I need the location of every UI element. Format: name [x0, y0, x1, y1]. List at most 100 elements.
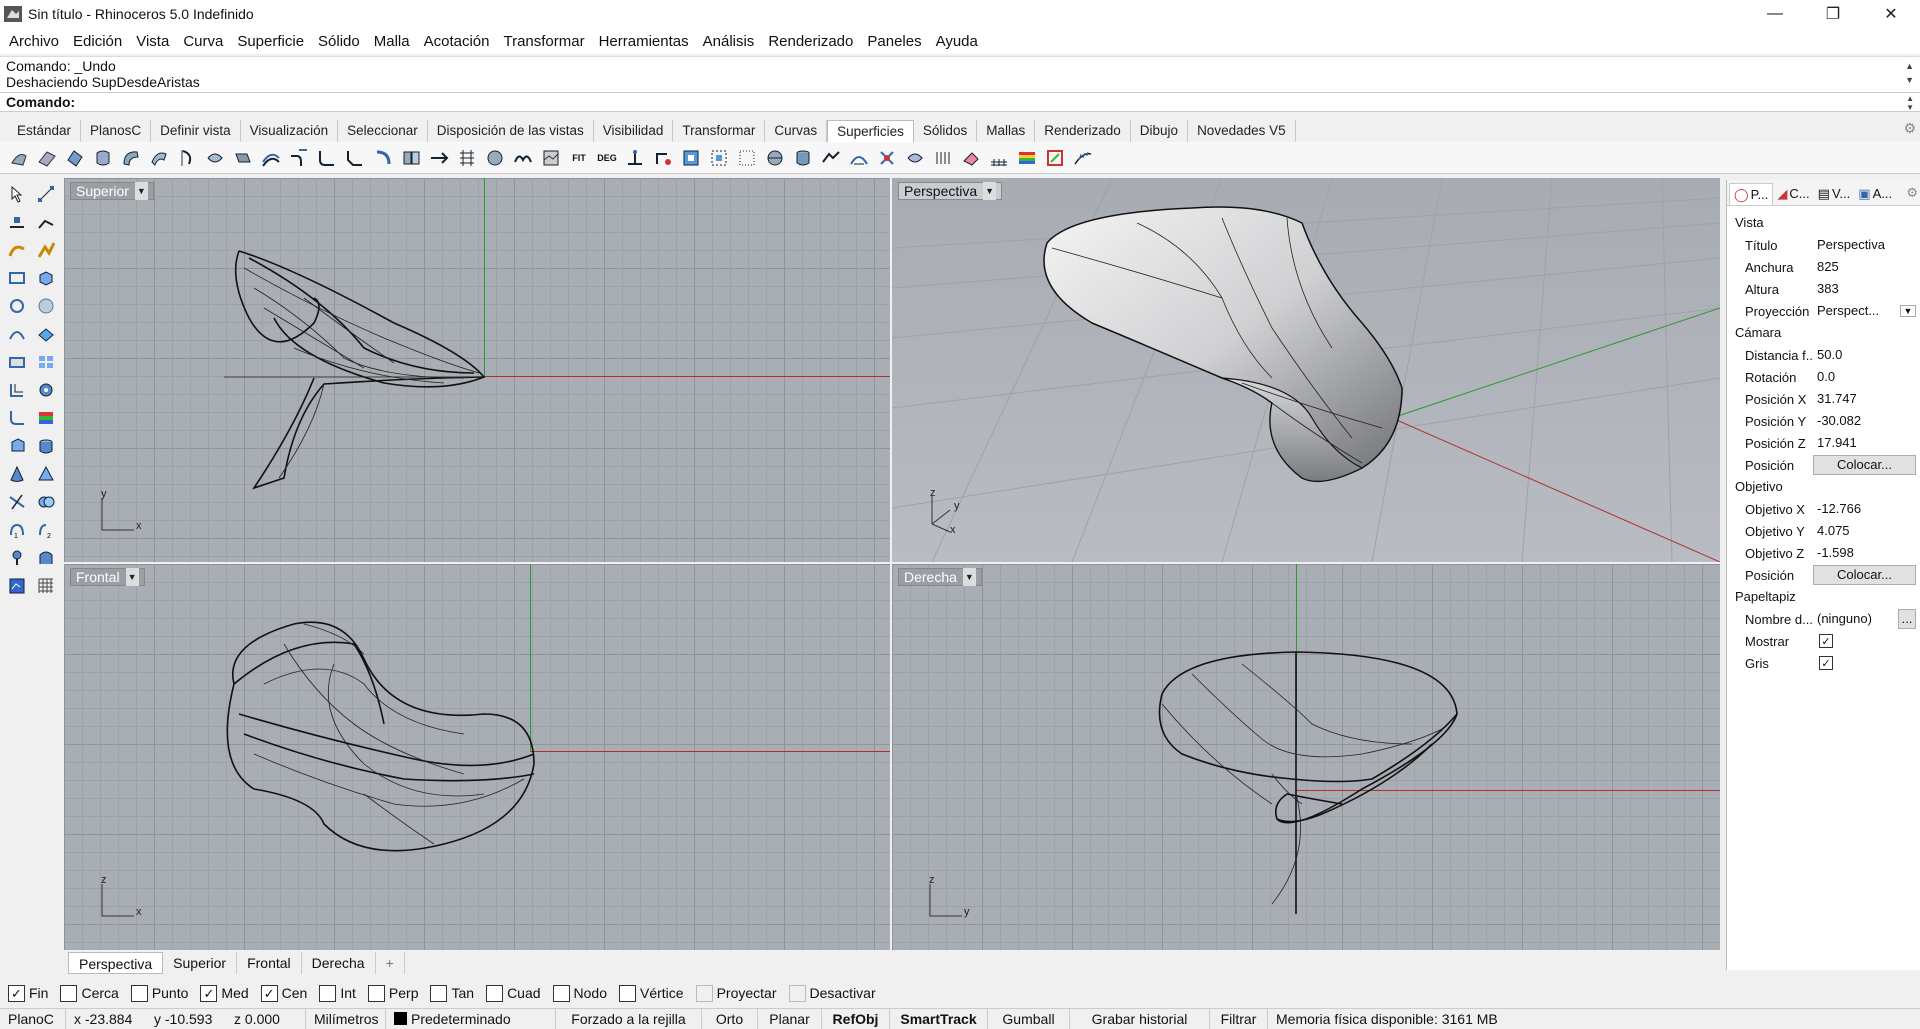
extend-surface-icon[interactable] [428, 147, 450, 169]
blend-surface-icon[interactable] [288, 147, 310, 169]
fillet-icon[interactable] [6, 407, 28, 429]
fit-surface-icon[interactable]: FIT [568, 147, 590, 169]
osnap-vertice[interactable]: Vértice [619, 984, 684, 1002]
status-layer[interactable]: Predeterminado [386, 1008, 556, 1029]
maximize-button[interactable]: ❐ [1804, 0, 1862, 28]
top-view-curves[interactable] [64, 178, 890, 562]
rectangle-icon[interactable] [6, 267, 28, 289]
tab-transformar[interactable]: Transformar [673, 120, 766, 142]
show-wallpaper-checkbox[interactable]: ✓ [1819, 634, 1833, 648]
prop-value-focal[interactable]: 50.0 [1813, 345, 1920, 365]
line-icon[interactable] [6, 211, 28, 233]
status-grid-snap[interactable]: Forzado a la rejilla [556, 1008, 702, 1029]
osnap-checkbox[interactable]: ✓ [200, 984, 218, 1002]
rail-revolve-icon[interactable] [204, 147, 226, 169]
panel-tab-help[interactable]: ▣ A... [1854, 183, 1896, 205]
menu-renderizado[interactable]: Renderizado [761, 33, 860, 50]
variable-fillet-icon[interactable] [372, 147, 394, 169]
change-degree-icon[interactable]: DEG [596, 147, 618, 169]
heightfield-icon[interactable] [540, 147, 562, 169]
menu-superficie[interactable]: Superficie [230, 33, 311, 50]
minimize-button[interactable]: — [1746, 0, 1804, 28]
surface-from-points-icon[interactable] [8, 147, 30, 169]
eraser-icon[interactable] [960, 147, 982, 169]
menu-malla[interactable]: Malla [367, 33, 417, 50]
command-history[interactable]: Comando: _Undo Deshaciendo SupDesdeArist… [0, 56, 1920, 92]
status-ortho[interactable]: Orto [702, 1008, 758, 1029]
status-planar[interactable]: Planar [758, 1008, 822, 1029]
cone-icon[interactable] [6, 463, 28, 485]
menu-acotacion[interactable]: Acotación [417, 33, 497, 50]
osnap-checkbox[interactable] [60, 984, 78, 1002]
sphere-icon[interactable] [35, 295, 57, 317]
join-edge-icon[interactable] [736, 147, 758, 169]
prop-value-pos-z[interactable]: 17.941 [1813, 433, 1920, 453]
fillet-surface-icon[interactable] [316, 147, 338, 169]
arc-icon[interactable] [6, 323, 28, 345]
polygon-icon[interactable] [6, 351, 28, 373]
menu-paneles[interactable]: Paneles [860, 33, 928, 50]
offset-icon[interactable] [6, 379, 28, 401]
osnap-checkbox[interactable] [430, 984, 448, 1002]
prop-value-rotation[interactable]: 0.0 [1813, 367, 1920, 387]
loft-icon[interactable] [92, 147, 114, 169]
join-icon[interactable]: 1 [6, 519, 28, 541]
view-tab-perspectiva[interactable]: Perspectiva [68, 952, 164, 974]
sweep1-icon[interactable] [120, 147, 142, 169]
osnap-perp[interactable]: Perp [367, 984, 418, 1002]
osnap-med[interactable]: ✓ Med [200, 984, 249, 1002]
menu-transformar[interactable]: Transformar [496, 33, 591, 50]
select-arrow-icon[interactable] [6, 183, 28, 205]
extrude-curve-icon[interactable] [232, 147, 254, 169]
tab-dibujo[interactable]: Dibujo [1131, 120, 1189, 142]
view-tab-frontal[interactable]: Frontal [237, 952, 302, 974]
osnap-checkbox[interactable] [367, 984, 385, 1002]
menu-curva[interactable]: Curva [176, 33, 230, 50]
tab-seleccionar[interactable]: Seleccionar [338, 120, 428, 142]
osnap-checkbox[interactable] [788, 984, 806, 1002]
edge-surface-icon[interactable] [64, 147, 86, 169]
match-surface-icon[interactable] [400, 147, 422, 169]
chamfer-surface-icon[interactable] [344, 147, 366, 169]
prop-value-height[interactable]: 383 [1813, 279, 1920, 299]
color-band-icon[interactable] [35, 407, 57, 429]
right-view-curves[interactable] [892, 564, 1720, 950]
osnap-tan[interactable]: Tan [430, 984, 474, 1002]
surface-patch-icon[interactable] [35, 323, 57, 345]
move-uv-icon[interactable] [652, 147, 674, 169]
osnap-cerca[interactable]: Cerca [60, 984, 119, 1002]
prop-value-pos-y[interactable]: -30.082 [1813, 411, 1920, 431]
status-smarttrack[interactable]: SmartTrack [890, 1008, 988, 1029]
curve-icon[interactable] [6, 239, 28, 261]
mesh-from-surface-icon[interactable] [988, 147, 1010, 169]
close-button[interactable]: ✕ [1862, 0, 1920, 28]
osnap-checkbox[interactable] [552, 984, 570, 1002]
view-tab-superior[interactable]: Superior [163, 952, 238, 974]
grid-icon[interactable] [35, 575, 57, 597]
gear-solid-icon[interactable] [35, 379, 57, 401]
explode-icon[interactable]: 2 [35, 519, 57, 541]
toolbar-settings-gear-icon[interactable]: ⚙ [1903, 120, 1916, 137]
rainbow-analysis-icon[interactable] [1016, 147, 1038, 169]
tab-superficies[interactable]: Superficies [827, 120, 914, 142]
osnap-punto[interactable]: Punto [130, 984, 188, 1002]
osnap-checkbox[interactable] [619, 984, 636, 1002]
osnap-proyectar[interactable]: Proyectar [695, 984, 777, 1002]
prop-value-title[interactable]: Perspectiva [1813, 235, 1920, 255]
status-filter[interactable]: Filtrar [1210, 1008, 1268, 1029]
chevron-down-icon[interactable]: ▼ [134, 182, 148, 200]
array-icon[interactable] [35, 351, 57, 373]
cylinder-surface-icon[interactable] [792, 147, 814, 169]
menu-vista[interactable]: Vista [129, 33, 176, 50]
command-scroll-arrows[interactable]: ▲ ▼ [1906, 94, 1914, 112]
osnap-checkbox[interactable]: ✓ [8, 984, 25, 1002]
squish-icon[interactable] [904, 147, 926, 169]
unroll-surface-icon[interactable] [820, 147, 842, 169]
network-surface-icon[interactable] [456, 147, 478, 169]
patch-icon[interactable] [484, 147, 506, 169]
panel-tab-layers[interactable]: ◢ C... [1773, 183, 1813, 205]
osnap-int[interactable]: Int [319, 984, 356, 1002]
freeform-curve-icon[interactable] [35, 239, 57, 261]
tab-estandar[interactable]: Estándar [8, 120, 82, 142]
menu-archivo[interactable]: Archivo [2, 33, 66, 50]
